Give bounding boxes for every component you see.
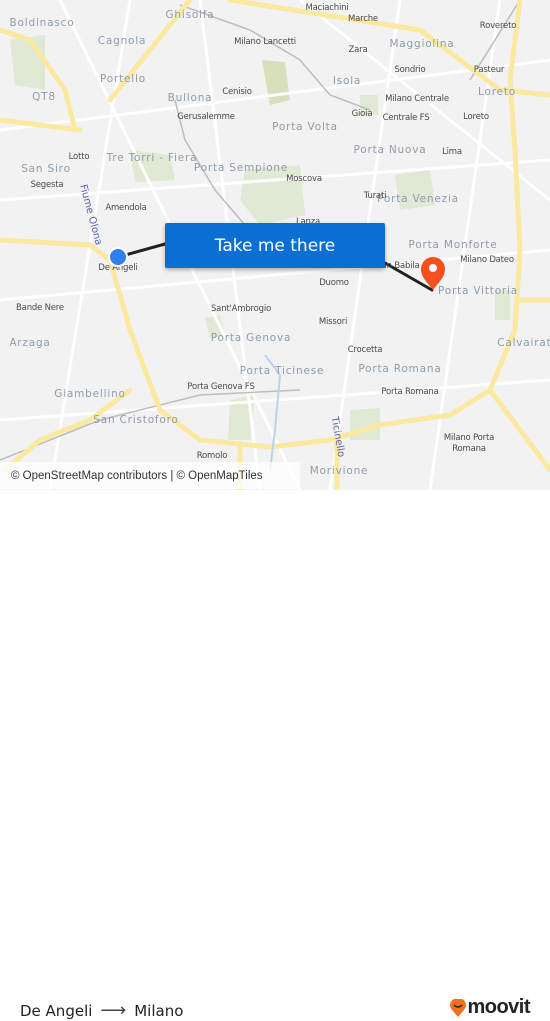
route-summary: De Angeli ⟶ Milano [20, 1000, 183, 1021]
moovit-logo-icon [450, 998, 467, 1017]
map[interactable]: Boldinasco Cagnola Ghisolfa Portello QT8 Bull… [0, 0, 550, 490]
origin-name: De Angeli [20, 1001, 93, 1020]
moovit-logo: moovit [450, 996, 530, 1019]
footer: De Angeli ⟶ Milano moovit [0, 490, 550, 1021]
destination-name: Milano [134, 1001, 184, 1020]
take-me-there-button[interactable]: Take me there [165, 223, 385, 268]
destination-pin-icon [421, 257, 445, 290]
arrow-right-icon: ⟶ [100, 1000, 127, 1021]
origin-dot [110, 249, 126, 265]
map-attribution[interactable]: © OpenStreetMap contributors | © OpenMap… [0, 462, 300, 489]
